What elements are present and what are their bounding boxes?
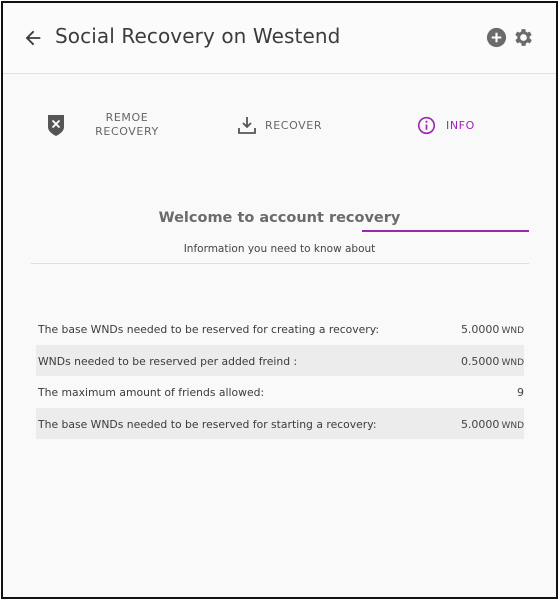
remove-shield-icon bbox=[48, 115, 64, 136]
tab-label: RECOVER bbox=[265, 119, 323, 132]
table-row: The maximum amount of friends allowed: 9 bbox=[36, 376, 524, 408]
row-value: 5.0000 WND bbox=[460, 323, 524, 336]
info-subtitle: Information you need to know about bbox=[183, 243, 376, 255]
app-window: Social Recovery on Westend REMOE RECOVER… bbox=[1, 1, 558, 599]
row-label: The base WNDs needed to be reserved for … bbox=[38, 323, 379, 336]
tab-info[interactable]: INFO bbox=[362, 75, 529, 163]
info-icon bbox=[417, 116, 436, 135]
tab-recover[interactable]: RECOVER bbox=[223, 75, 353, 163]
tab-remove-recovery[interactable]: REMOE RECOVERY bbox=[31, 75, 201, 163]
table-row: WNDs needed to be reserved per added fre… bbox=[36, 344, 524, 376]
active-tab-indicator bbox=[362, 230, 529, 232]
row-label: The base WNDs needed to be reserved for … bbox=[38, 417, 377, 431]
row-value: 0.5000 WND bbox=[460, 354, 524, 368]
divider bbox=[31, 263, 529, 264]
table-row: The base WNDs needed to be reserved for … bbox=[36, 407, 524, 439]
gear-icon[interactable] bbox=[512, 26, 535, 49]
info-title: Welcome to account recovery bbox=[158, 210, 401, 226]
back-arrow-icon[interactable] bbox=[22, 27, 44, 49]
row-value: 5.0000 WND bbox=[460, 417, 524, 431]
table-row: The base WNDs needed to be reserved for … bbox=[36, 313, 524, 345]
download-icon bbox=[238, 117, 256, 134]
add-circle-icon[interactable] bbox=[485, 26, 508, 49]
info-table: The base WNDs needed to be reserved for … bbox=[36, 313, 524, 439]
row-label: WNDs needed to be reserved per added fre… bbox=[38, 354, 298, 368]
tab-label: INFO bbox=[446, 119, 475, 132]
tab-label: REMOE RECOVERY bbox=[95, 111, 159, 138]
header-bar: Social Recovery on Westend bbox=[3, 3, 556, 74]
tab-bar: REMOE RECOVERY RECOVER INFO bbox=[3, 75, 556, 232]
page-title: Social Recovery on Westend bbox=[55, 24, 341, 48]
row-label: The maximum amount of friends allowed: bbox=[38, 386, 265, 399]
row-value: 9 bbox=[517, 386, 524, 399]
